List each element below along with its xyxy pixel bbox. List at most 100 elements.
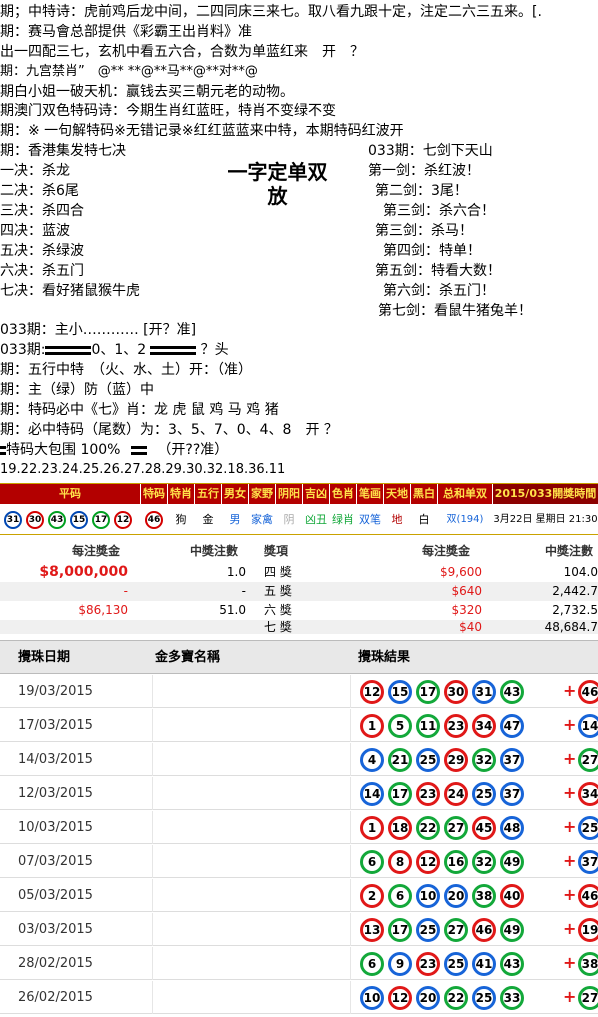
prize-table: 每注獎金 中獎注數 獎項 每注獎金 中獎注數 $8,000,000 1.0 四 … (0, 538, 598, 634)
prize-amount: - (123, 584, 128, 598)
column-divider (350, 845, 351, 878)
prize-amount: $9,600 (440, 565, 482, 579)
number-ball: 17 (388, 782, 412, 806)
history-row[interactable]: 17/03/2015 1 5 11 23 34 47 +14 (0, 709, 598, 742)
number-ball: 21 (388, 748, 412, 772)
right-col-item: 第七剑：看鼠牛猪兔羊！ (378, 303, 532, 319)
number-ball: 30 (26, 511, 44, 529)
draw-date: 17/03/2015 (18, 718, 93, 733)
decor-bar (130, 445, 147, 455)
number-ball: 22 (416, 816, 440, 840)
strip-header: 男女 (222, 484, 248, 504)
text-line: 出一四配三七，玄机中看五六合，合数为单蓝红来 开 ？ (0, 44, 364, 60)
number-ball: 48 (500, 816, 524, 840)
history-row[interactable]: 03/03/2015 13 17 25 27 46 49 +19 (0, 913, 598, 946)
column-divider (152, 845, 153, 878)
history-row[interactable]: 10/03/2015 1 18 22 27 45 48 +25 (0, 811, 598, 844)
strip-value: 绿肖 (332, 513, 354, 526)
strip-value: 双笔 (359, 513, 381, 526)
special-number-ball: 37 (578, 850, 598, 874)
number-ball: 25 (444, 952, 468, 976)
history-row[interactable]: 12/03/2015 14 17 23 24 25 37 +34 (0, 777, 598, 810)
draw-date: 19/03/2015 (18, 684, 93, 699)
number-ball: 20 (416, 986, 440, 1010)
prize-amount: $40 (459, 620, 482, 634)
col-header: 中獎注數 (545, 544, 594, 558)
strip-value: 狗 (175, 513, 187, 526)
winner-count: 104.0 (563, 565, 598, 579)
strip-header: 特肖 (168, 484, 194, 504)
forum-post-text: 期；中特诗：虎前鸡后龙中间，二四同床三来七。取八看九跟十定，注定二六三五来。[.… (0, 0, 598, 478)
prize-name: 五 獎 (264, 584, 292, 598)
history-row[interactable]: 28/02/2015 6 9 23 25 41 43 +38 (0, 947, 598, 980)
plus-icon: + (563, 817, 577, 836)
bao-label: 特码大包围 100% (6, 442, 121, 458)
number-ball: 10 (416, 884, 440, 908)
column-divider (152, 913, 153, 946)
history-row[interactable]: 26/02/2015 10 12 20 22 25 33 +27 (0, 981, 598, 1014)
number-ball: 37 (500, 748, 524, 772)
number-ball: 34 (472, 714, 496, 738)
text-line: 期澳门双色特码诗：今期生肖红蓝旺，特肖不变绿不变 (0, 103, 336, 119)
column-divider (152, 947, 153, 980)
text-line: 期：赛马會总部提供《彩霸王出肖料》准 (0, 24, 252, 40)
number-ball: 41 (472, 952, 496, 976)
draw-date: 26/02/2015 (18, 990, 93, 1005)
col-header-name: 金多寶名稱 (155, 650, 221, 665)
draw-date: 05/03/2015 (18, 888, 93, 903)
number-ball: 23 (444, 714, 468, 738)
history-row[interactable]: 07/03/2015 6 8 12 16 32 49 +37 (0, 845, 598, 878)
plus-icon: + (563, 953, 577, 972)
bao-line: 特码大包围 100% （开??准） (0, 440, 228, 460)
history-row[interactable]: 05/03/2015 2 6 10 20 38 40 +46 (0, 879, 598, 912)
number-ball: 6 (360, 850, 384, 874)
left-col-item: 七决：看好猪鼠猴牛虎 (0, 283, 140, 299)
right-col-item: 第三剑：杀六合！ (383, 203, 495, 219)
prize-amount: $320 (451, 603, 482, 617)
right-col-item: 第六剑：杀五门！ (383, 283, 495, 299)
col-header-date: 攪珠日期 (18, 650, 71, 665)
bao-tail: （开??准） (157, 442, 229, 458)
plus-icon: + (563, 885, 577, 904)
column-divider (350, 913, 351, 946)
number-ball: 10 (360, 986, 384, 1010)
number-ball: 11 (416, 714, 440, 738)
column-divider (152, 743, 153, 776)
head-tail: ？头 (200, 342, 229, 358)
left-col-item: 二决：杀6尾 (0, 183, 79, 199)
text-line: 033期：主小………… [开？准] (0, 322, 197, 338)
column-divider (350, 777, 351, 810)
special-number-ball: 27 (578, 986, 598, 1010)
prize-name: 六 獎 (264, 603, 292, 617)
number-ball: 17 (92, 511, 110, 529)
draw-date: 14/03/2015 (18, 752, 93, 767)
prize-row: $8,000,000 1.0 四 獎 $9,600 104.0 (0, 563, 598, 582)
number-ball: 22 (444, 986, 468, 1010)
number-ball: 38 (472, 884, 496, 908)
strip-draw-time: 3月22日 星期日 21:30 (493, 514, 598, 525)
text-line: 期白小姐一破天机：赢钱去买三朝元老的动物。 (0, 84, 294, 100)
head-digits: 0、1、2 (91, 342, 147, 358)
strip-header: 吉凶 (303, 484, 329, 504)
number-ball: 5 (388, 714, 412, 738)
left-col-item: 四决：蓝波 (0, 223, 70, 239)
number-ball: 27 (444, 918, 468, 942)
draw-history-table: 攪珠日期 金多寶名稱 攪珠結果 19/03/2015 12 15 17 30 31 43 +4… (0, 640, 598, 1017)
number-ball: 40 (500, 884, 524, 908)
right-col-item: 第四剑：特单！ (383, 243, 481, 259)
number-ball: 43 (500, 952, 524, 976)
prize-amount: $8,000,000 (39, 564, 128, 580)
decor-bar (150, 345, 197, 355)
number-ball: 17 (416, 680, 440, 704)
special-number-ball: 46 (578, 680, 598, 704)
strip-header: 五行 (195, 484, 221, 504)
number-ball: 47 (500, 714, 524, 738)
number-ball: 2 (360, 884, 384, 908)
history-row[interactable]: 19/03/2015 12 15 17 30 31 43 +46 (0, 675, 598, 708)
special-number-ball: 46 (578, 884, 598, 908)
prize-name: 七 獎 (264, 620, 292, 634)
history-row[interactable]: 14/03/2015 4 21 25 29 32 37 +27 (0, 743, 598, 776)
special-number-ball: 38 (578, 952, 598, 976)
strip-value: 阴 (283, 513, 295, 526)
number-ball: 23 (416, 952, 440, 976)
